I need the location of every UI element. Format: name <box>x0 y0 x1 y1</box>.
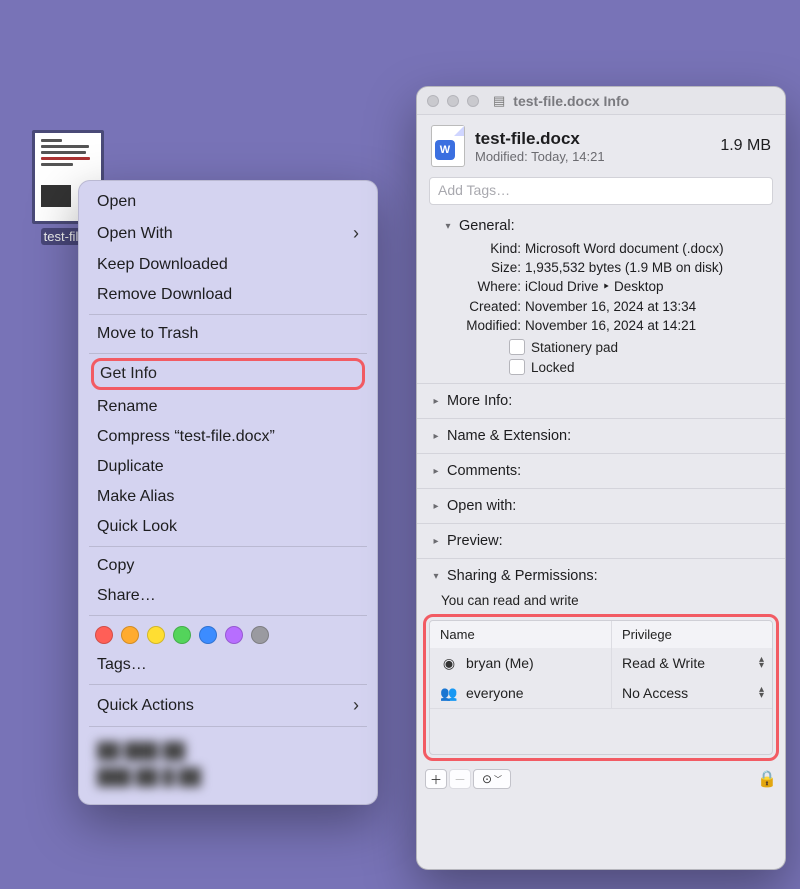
tags-input[interactable]: Add Tags… <box>429 177 773 205</box>
chevron-down-icon: ▾ <box>443 221 453 232</box>
chevron-right-icon: ▸ <box>431 536 441 547</box>
file-icon: W <box>431 125 465 167</box>
permission-name: bryan (Me) <box>466 655 534 671</box>
chevron-right-icon: ▸ <box>431 431 441 442</box>
traffic-minimize[interactable] <box>447 95 459 107</box>
permissions-table: Name Privilege ◉ bryan (Me) Read & Write▴▾… <box>429 620 773 755</box>
menu-redacted: ██ ███ █████ ██ █ ██ <box>79 731 377 798</box>
menu-quick-look[interactable]: Quick Look <box>79 512 377 542</box>
modified-short: Modified: Today, 14:21 <box>475 149 710 164</box>
chevron-down-icon: ▾ <box>431 571 441 582</box>
menu-rename[interactable]: Rename <box>79 392 377 422</box>
privilege-select[interactable]: Read & Write▴▾ <box>612 648 772 678</box>
menu-duplicate[interactable]: Duplicate <box>79 452 377 482</box>
menu-remove-download[interactable]: Remove Download <box>79 280 377 310</box>
get-info-window: ▤ test-file.docx Info W test-file.docx M… <box>416 86 786 870</box>
stationery-checkbox[interactable] <box>509 339 525 355</box>
permission-action-menu[interactable]: ⊙﹀ <box>473 769 511 789</box>
menu-quick-actions[interactable]: Quick Actions› <box>79 689 377 722</box>
user-circle-icon: ◉ <box>440 654 458 672</box>
chevron-right-icon: ▸ <box>431 396 441 407</box>
context-menu: Open Open With› Keep Downloaded Remove D… <box>78 180 378 805</box>
chevron-down-icon: ﹀ <box>494 774 502 785</box>
menu-copy[interactable]: Copy <box>79 551 377 581</box>
tag-color-dot[interactable] <box>121 626 139 644</box>
window-title: test-file.docx Info <box>513 93 629 109</box>
add-permission-button[interactable]: ＋ <box>425 769 447 789</box>
section-general[interactable]: ▾General: <box>429 213 773 239</box>
ellipsis-icon: ⊙ <box>482 772 492 786</box>
permissions-highlight: Name Privilege ◉ bryan (Me) Read & Write▴▾… <box>423 614 779 761</box>
menu-open[interactable]: Open <box>79 187 377 217</box>
stepper-icon: ▴▾ <box>759 687 764 699</box>
menu-tags[interactable]: Tags… <box>79 650 377 680</box>
where-value: iCloud Drive ‣ Desktop <box>525 279 759 295</box>
file-size: 1.9 MB <box>720 137 771 155</box>
word-badge-icon: W <box>435 140 455 160</box>
section-comments[interactable]: ▸Comments: <box>417 458 785 484</box>
tag-color-dot[interactable] <box>251 626 269 644</box>
created-value: November 16, 2024 at 13:34 <box>525 299 759 314</box>
lock-icon[interactable]: 🔒 <box>757 769 777 789</box>
menu-move-to-trash[interactable]: Move to Trash <box>79 319 377 349</box>
locked-checkbox[interactable] <box>509 359 525 375</box>
file-name: test-file.docx <box>475 129 710 149</box>
privilege-select[interactable]: No Access▴▾ <box>612 678 772 708</box>
col-privilege: Privilege <box>612 621 772 648</box>
menu-open-with[interactable]: Open With› <box>79 217 377 250</box>
titlebar[interactable]: ▤ test-file.docx Info <box>417 87 785 115</box>
col-name: Name <box>430 621 612 648</box>
kind-value: Microsoft Word document (.docx) <box>525 241 759 256</box>
section-preview[interactable]: ▸Preview: <box>417 528 785 554</box>
chevron-right-icon: › <box>353 695 359 716</box>
permission-note: You can read and write <box>417 589 785 614</box>
menu-tag-colors[interactable] <box>79 620 377 650</box>
chevron-right-icon: ▸ <box>431 466 441 477</box>
traffic-close[interactable] <box>427 95 439 107</box>
tag-color-dot[interactable] <box>173 626 191 644</box>
menu-keep-downloaded[interactable]: Keep Downloaded <box>79 250 377 280</box>
section-more-info[interactable]: ▸More Info: <box>417 388 785 414</box>
menu-compress[interactable]: Compress “test-file.docx” <box>79 422 377 452</box>
size-value: 1,935,532 bytes (1.9 MB on disk) <box>525 260 759 275</box>
group-icon: 👥 <box>440 684 458 702</box>
menu-make-alias[interactable]: Make Alias <box>79 482 377 512</box>
tag-color-dot[interactable] <box>225 626 243 644</box>
tag-color-dot[interactable] <box>199 626 217 644</box>
stepper-icon: ▴▾ <box>759 657 764 669</box>
modified-value: November 16, 2024 at 14:21 <box>525 318 759 333</box>
document-icon: ▤ <box>493 93 505 109</box>
menu-get-info[interactable]: Get Info <box>91 358 365 390</box>
tag-color-dot[interactable] <box>95 626 113 644</box>
remove-permission-button[interactable]: － <box>449 769 471 789</box>
permission-name: everyone <box>466 685 524 701</box>
section-name-extension[interactable]: ▸Name & Extension: <box>417 423 785 449</box>
tag-color-dot[interactable] <box>147 626 165 644</box>
table-row[interactable]: 👥 everyone No Access▴▾ <box>430 678 772 708</box>
menu-share[interactable]: Share… <box>79 581 377 611</box>
section-open-with[interactable]: ▸Open with: <box>417 493 785 519</box>
chevron-right-icon: ▸ <box>431 501 441 512</box>
chevron-right-icon: › <box>353 223 359 244</box>
traffic-zoom[interactable] <box>467 95 479 107</box>
section-sharing-permissions[interactable]: ▾Sharing & Permissions: <box>417 563 785 589</box>
table-row[interactable]: ◉ bryan (Me) Read & Write▴▾ <box>430 648 772 678</box>
